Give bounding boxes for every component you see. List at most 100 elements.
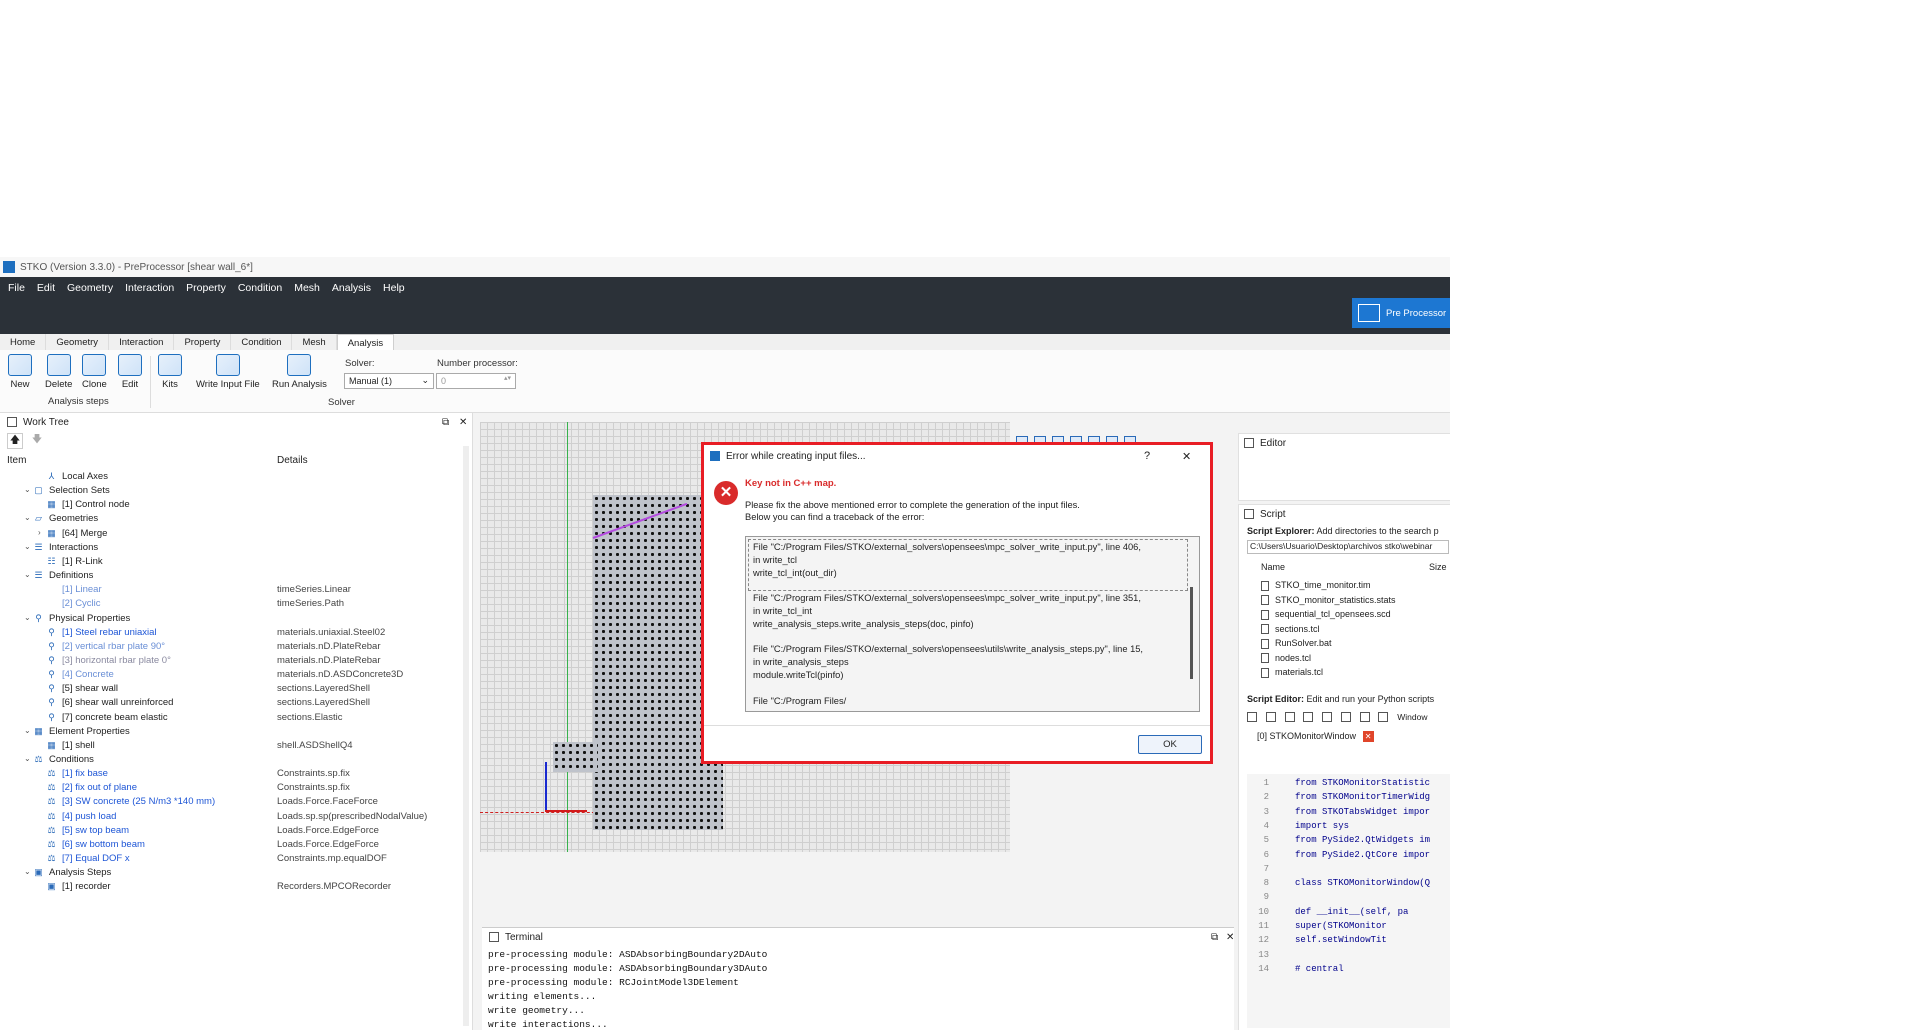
close-terminal-icon[interactable]: ✕ (1226, 932, 1234, 943)
tree-row[interactable]: ⌄ ▦ Element Properties (0, 726, 460, 740)
run-analysis-button[interactable]: Run Analysis (272, 354, 327, 390)
tree-row[interactable]: ▣ [1] recorder Recorders.MPCORecorder (0, 881, 460, 895)
nproc-spinbox[interactable]: 0 ▴▾ (436, 373, 516, 389)
tree-row[interactable]: ⌄ ⚖ Conditions (0, 754, 460, 768)
tree-row[interactable]: ⚖ [7] Equal DOF x Constraints.mp.equalDOF (0, 853, 460, 867)
script-file-item[interactable]: nodes.tcl (1261, 653, 1311, 664)
edit-step-button[interactable]: Edit (118, 354, 142, 390)
menu-property[interactable]: Property (186, 282, 226, 294)
tree-scrollbar[interactable] (463, 446, 469, 1026)
tree-row[interactable]: ⚖ [4] push load Loads.sp.sp(prescribedNoda… (0, 811, 460, 825)
script-file-item[interactable]: STKO_monitor_statistics.stats (1261, 595, 1396, 606)
move-down-button[interactable]: 🡇 (30, 433, 44, 447)
menu-interaction[interactable]: Interaction (125, 282, 174, 294)
new-step-button[interactable]: New (8, 354, 32, 390)
menu-condition[interactable]: Condition (238, 282, 282, 294)
tab-property[interactable]: Property (174, 334, 232, 350)
tab-mesh[interactable]: Mesh (292, 334, 337, 350)
float-panel-icon[interactable]: ⧉ (442, 417, 449, 428)
tree-row[interactable]: ⚲ [4] Concrete materials.nD.ASDConcrete3D (0, 669, 460, 683)
script-tab[interactable]: [0] STKOMonitorWindow ✕ (1247, 731, 1374, 745)
tree-row[interactable]: ▦ [1] shell shell.ASDShellQ4 (0, 740, 460, 754)
tree-row[interactable]: ⚖ [1] fix base Constraints.sp.fix (0, 768, 460, 782)
tree-row[interactable]: ⌄ ☰ Definitions (0, 570, 460, 584)
tab-condition[interactable]: Condition (231, 334, 293, 350)
tree-row[interactable]: [2] Cyclic timeSeries.Path (0, 598, 460, 612)
expand-caret-icon[interactable]: ⌄ (24, 485, 31, 494)
tree-row[interactable]: ⚲ [5] shear wall sections.LayeredShell (0, 683, 460, 697)
expand-caret-icon[interactable]: ⌄ (24, 513, 31, 522)
menu-help[interactable]: Help (383, 282, 405, 294)
move-up-button[interactable]: 🡅 (7, 433, 23, 449)
write-input-file-button[interactable]: Write Input File (196, 354, 260, 390)
expand-caret-icon[interactable]: ⌄ (24, 570, 31, 579)
help-button[interactable]: ? (1144, 450, 1150, 462)
traceback-box[interactable]: File "C:/Program Files/STKO/external_sol… (745, 536, 1200, 712)
expand-caret-icon[interactable]: ⌄ (24, 754, 31, 763)
code-editor[interactable]: 1 from STKOMonitorStatistic 2 from STKOMoni… (1247, 774, 1450, 1028)
tree-row[interactable]: ⅄ Local Axes (0, 471, 460, 485)
menu-edit[interactable]: Edit (37, 282, 55, 294)
tree-row[interactable]: ⚲ [6] shear wall unreinforced sections.Lay… (0, 697, 460, 711)
open-file-icon[interactable] (1265, 712, 1276, 723)
tree-row[interactable]: ⌄ ▢ Selection Sets (0, 485, 460, 499)
tree-row[interactable]: ⚖ [5] sw top beam Loads.Force.EdgeForce (0, 825, 460, 839)
float-terminal-icon[interactable]: ⧉ (1211, 932, 1218, 943)
menu-file[interactable]: File (8, 282, 25, 294)
close-tab-icon[interactable]: ✕ (1362, 731, 1374, 742)
window-label[interactable]: Window (1397, 712, 1427, 722)
tree-row-label: [1] fix base (62, 768, 108, 780)
save-all-icon[interactable] (1303, 712, 1314, 723)
redo-icon[interactable] (1340, 712, 1351, 723)
undo-icon[interactable] (1322, 712, 1333, 723)
new-file-icon[interactable] (1247, 712, 1257, 723)
expand-caret-icon[interactable]: ⌄ (24, 726, 31, 735)
script-file-item[interactable]: sections.tcl (1261, 624, 1320, 635)
tree-row[interactable]: ⚖ [3] SW concrete (25 N/m3 *140 mm) Loads.… (0, 796, 460, 810)
tab-geometry[interactable]: Geometry (46, 334, 110, 350)
pre-processor-button[interactable]: Pre Processor (1352, 298, 1450, 328)
kits-button[interactable]: Kits (158, 354, 182, 390)
tree-row[interactable]: ⚲ [1] Steel rebar uniaxial materials.uniax… (0, 627, 460, 641)
code-line: class STKOMonitorWindow(Q (1295, 878, 1431, 889)
expand-caret-icon[interactable]: › (38, 528, 41, 537)
clone-step-button[interactable]: Clone (82, 354, 107, 390)
tree-row[interactable]: ⌄ ☰ Interactions (0, 542, 460, 556)
save-file-icon[interactable] (1284, 712, 1295, 723)
run-icon[interactable] (1378, 712, 1389, 723)
tree-row[interactable]: ⚲ [2] vertical rbar plate 90° materials.nD… (0, 641, 460, 655)
tree-row[interactable]: › ▦ [64] Merge (0, 528, 460, 542)
script-file-item[interactable]: STKO_time_monitor.tim (1261, 580, 1371, 591)
tree-row[interactable]: ⌄ ▣ Analysis Steps (0, 867, 460, 881)
tree-row[interactable]: ▦ [1] Control node (0, 499, 460, 513)
dialog-close-button[interactable]: ✕ (1182, 450, 1191, 463)
tree-row[interactable]: [1] Linear timeSeries.Linear (0, 584, 460, 598)
tab-interaction[interactable]: Interaction (109, 334, 175, 350)
tree-row[interactable]: ⚲ [7] concrete beam elastic sections.Elast… (0, 712, 460, 726)
tree-row[interactable]: ⚲ [3] horizontal rbar plate 0° materials.n… (0, 655, 460, 669)
close-panel-icon[interactable]: ✕ (459, 417, 467, 428)
expand-caret-icon[interactable]: ⌄ (24, 867, 31, 876)
tree-row[interactable]: ⚖ [2] fix out of plane Constraints.sp.fix (0, 782, 460, 796)
tree-row-label: [1] shell (62, 739, 95, 751)
expand-caret-icon[interactable]: ⌄ (24, 613, 31, 622)
tree-row[interactable]: ⚖ [6] sw bottom beam Loads.Force.EdgeForce (0, 839, 460, 853)
menu-geometry[interactable]: Geometry (67, 282, 113, 294)
script-file-item[interactable]: sequential_tcl_opensees.scd (1261, 609, 1391, 620)
expand-caret-icon[interactable]: ⌄ (24, 542, 31, 551)
menu-mesh[interactable]: Mesh (294, 282, 320, 294)
traceback-scrollbar[interactable] (1190, 587, 1193, 679)
tab-home[interactable]: Home (0, 334, 47, 350)
script-file-item[interactable]: RunSolver.bat (1261, 638, 1332, 649)
menu-analysis[interactable]: Analysis (332, 282, 371, 294)
delete-step-button[interactable]: Delete (45, 354, 72, 390)
ok-button[interactable]: OK (1138, 735, 1202, 754)
tree-row[interactable]: ⌄ ⚲ Physical Properties (0, 613, 460, 627)
tree-row[interactable]: ⌄ ▱ Geometries (0, 513, 460, 527)
script-file-item[interactable]: materials.tcl (1261, 667, 1323, 678)
list-icon[interactable] (1359, 712, 1370, 723)
tree-row[interactable]: ☷ [1] R-Link (0, 556, 460, 570)
script-path-field[interactable]: C:\Users\Usuario\Desktop\archivos stko\w… (1247, 540, 1449, 554)
tab-analysis[interactable]: Analysis (336, 334, 395, 350)
solver-select[interactable]: Manual (1) ⌄ (344, 373, 434, 389)
